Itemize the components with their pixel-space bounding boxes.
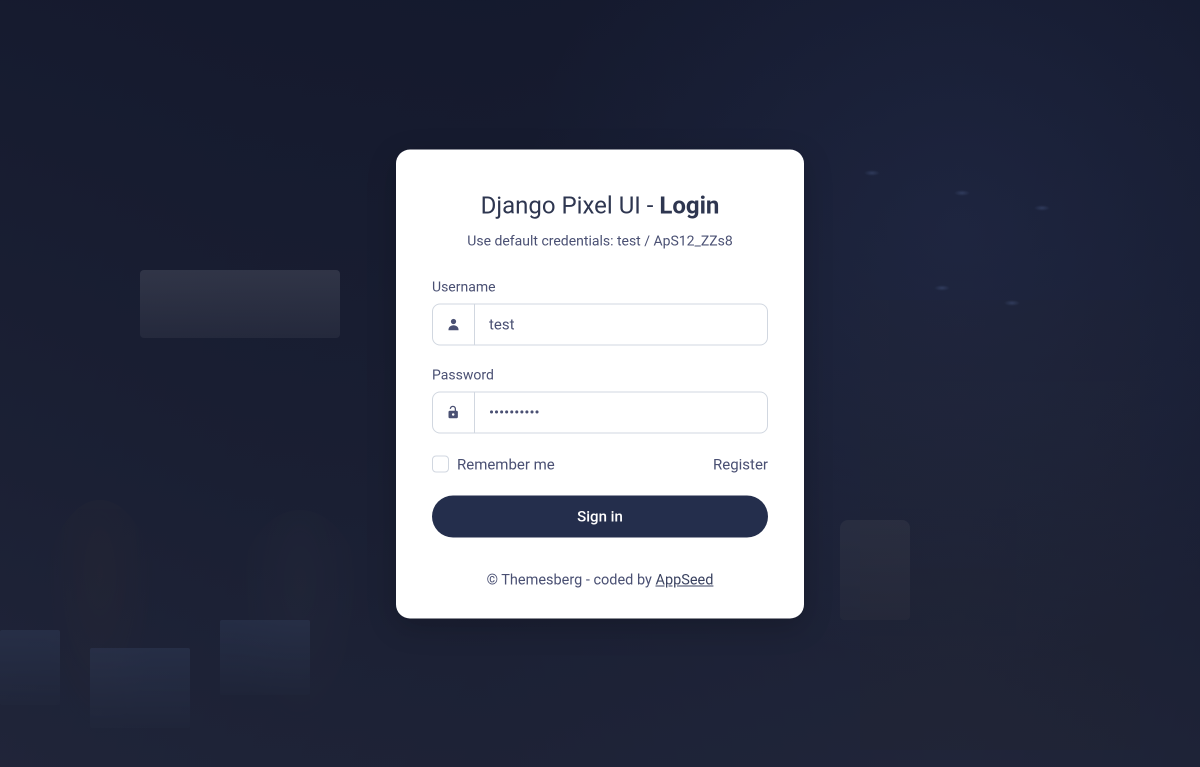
username-input[interactable] — [475, 304, 767, 344]
remember-wrap: Remember me — [432, 455, 555, 473]
footer-text: © Themesberg - coded by — [487, 571, 656, 588]
signin-button[interactable]: Sign in — [432, 495, 768, 537]
subtitle-credentials: Use default credentials: test / ApS12_ZZ… — [432, 233, 768, 249]
login-card: Django Pixel UI - Login Use default cred… — [396, 149, 804, 618]
password-input-group — [432, 391, 768, 433]
register-link[interactable]: Register — [713, 455, 768, 473]
remember-label[interactable]: Remember me — [457, 455, 555, 473]
password-input[interactable] — [475, 392, 767, 432]
options-row: Remember me Register — [432, 455, 768, 473]
page-title: Django Pixel UI - Login — [432, 191, 768, 219]
username-group: Username — [432, 279, 768, 345]
user-icon — [433, 304, 475, 344]
title-prefix: Django Pixel UI - — [481, 191, 660, 219]
password-group: Password — [432, 367, 768, 433]
remember-checkbox[interactable] — [432, 456, 449, 473]
password-label: Password — [432, 367, 768, 383]
title-bold: Login — [659, 191, 719, 219]
card-footer: © Themesberg - coded by AppSeed — [432, 571, 768, 588]
username-label: Username — [432, 279, 768, 295]
appseed-link[interactable]: AppSeed — [655, 571, 713, 588]
unlock-icon — [433, 392, 475, 432]
username-input-group — [432, 303, 768, 345]
